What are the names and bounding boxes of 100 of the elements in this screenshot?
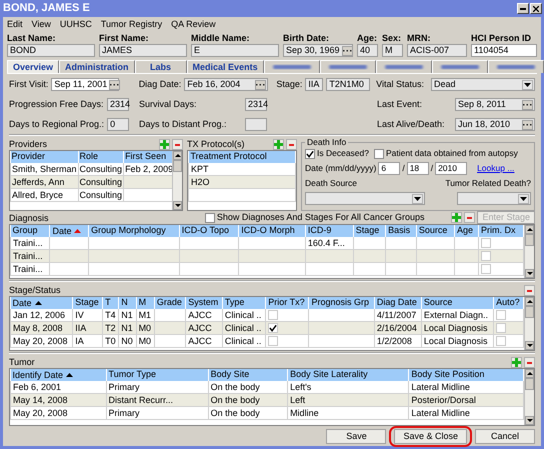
text-field[interactable]: E: [191, 44, 279, 57]
dropdown-field[interactable]: [457, 192, 531, 205]
tab[interactable]: [432, 60, 488, 73]
dialog-button[interactable]: Save & Close: [394, 429, 467, 444]
table-cell: N0: [118, 334, 136, 348]
tab[interactable]: Administration: [59, 60, 135, 73]
add-button[interactable]: [273, 139, 284, 150]
text-field[interactable]: 2010: [435, 162, 468, 175]
scrollbar[interactable]: [524, 297, 534, 350]
checkbox[interactable]: [204, 212, 215, 222]
menu-item[interactable]: Edit: [7, 19, 23, 30]
field-value: Sep 30, 1969: [286, 45, 340, 56]
text-field[interactable]: 18: [406, 162, 429, 175]
caret-icon: [414, 196, 421, 200]
table-cell: May 14, 2008: [10, 394, 106, 406]
text-field[interactable]: M: [382, 44, 403, 57]
plus-icon: [452, 213, 462, 222]
menu-item[interactable]: View: [32, 19, 51, 30]
table-cell: Clinical ..: [222, 322, 266, 334]
text-field[interactable]: JAMES: [99, 44, 187, 57]
table-cell: AJCC: [186, 322, 222, 334]
text-field[interactable]: ACIS-007: [407, 44, 467, 57]
text-field[interactable]: 1104054: [471, 44, 537, 57]
tab[interactable]: Overview: [7, 60, 60, 73]
add-button[interactable]: [159, 139, 170, 150]
date-field[interactable]: Sep 11, 2001: [51, 78, 120, 91]
text-field[interactable]: 6: [378, 162, 400, 175]
add-button[interactable]: [451, 212, 462, 223]
scrollbar[interactable]: [524, 369, 534, 425]
table-cell: On the body: [208, 406, 288, 420]
window-title: BOND, JAMES E: [3, 3, 90, 14]
text-field[interactable]: BOND: [7, 44, 95, 57]
field-value: Jun 18, 2010: [458, 119, 510, 130]
table-cell: Traini...: [10, 250, 50, 262]
field-label: First Name:: [99, 33, 150, 44]
dropdown-button[interactable]: [522, 80, 533, 90]
date-field[interactable]: Sep 30, 1969: [283, 44, 353, 57]
date-picker-button[interactable]: [522, 100, 533, 110]
field-label: Diag Date:: [138, 79, 182, 90]
remove-button[interactable]: [464, 212, 476, 223]
section-title: Tumor: [9, 357, 35, 368]
menu-item[interactable]: Tumor Registry: [100, 19, 162, 30]
remove-button[interactable]: [286, 139, 297, 150]
minus-icon: [467, 216, 472, 218]
remove-button[interactable]: [524, 285, 535, 296]
field-label: Survival Days:: [139, 99, 197, 110]
dropdown-button[interactable]: [518, 194, 529, 204]
tab[interactable]: [376, 60, 432, 73]
ellipsis-icon: [256, 83, 266, 86]
scrollbar[interactable]: [524, 225, 534, 278]
field-label: Last Event:: [377, 99, 422, 110]
dropdown-field[interactable]: Dead: [431, 78, 535, 91]
field-label: Days to Distant Prog.:: [139, 119, 227, 130]
date-field[interactable]: Sep 8, 2011: [455, 98, 535, 111]
dialog-button[interactable]: Save: [326, 429, 386, 444]
remove-button[interactable]: [172, 139, 183, 150]
tab[interactable]: Medical Events: [186, 60, 264, 73]
minimize-icon: [520, 8, 526, 10]
date-picker-button[interactable]: [522, 120, 533, 130]
field-label: Middle Name:: [191, 33, 251, 44]
menu-item[interactable]: UUHSC: [60, 19, 92, 30]
dropdown-button[interactable]: [412, 194, 423, 204]
field-label: Progression Free Days:: [9, 99, 104, 110]
date-picker-button[interactable]: [255, 80, 266, 90]
tab[interactable]: [488, 60, 544, 73]
tab[interactable]: Labs: [134, 60, 187, 73]
date-picker-button[interactable]: [342, 46, 353, 56]
table-cell: May 8, 2008: [10, 322, 73, 334]
tab[interactable]: [264, 60, 320, 73]
field-value: Feb 16, 2004: [187, 79, 240, 90]
separator-text: /: [402, 163, 405, 174]
table-cell: 2/16/2004: [374, 322, 422, 334]
separator-text: /: [430, 163, 434, 174]
date-picker-button[interactable]: [109, 80, 120, 90]
field-label: Vital Status:: [376, 79, 424, 90]
plus-icon: [512, 358, 521, 367]
caret-icon: [524, 82, 531, 86]
tab[interactable]: [320, 60, 376, 73]
remove-button[interactable]: [524, 357, 535, 368]
text-field[interactable]: T2N1M0: [326, 78, 370, 91]
text-field[interactable]: 2314: [245, 98, 267, 111]
dialog-button[interactable]: Cancel: [475, 429, 535, 444]
section-title: Providers: [9, 139, 48, 150]
table-cell: Left: [288, 394, 409, 406]
text-field[interactable]: IIA: [305, 78, 324, 91]
add-button[interactable]: [511, 357, 522, 368]
text-field[interactable]: 0: [107, 118, 130, 131]
dropdown-field[interactable]: [305, 192, 425, 205]
date-field[interactable]: Jun 18, 2010: [455, 118, 535, 131]
checkbox[interactable]: [305, 148, 315, 158]
scrollbar[interactable]: [172, 151, 182, 210]
text-field[interactable]: [245, 118, 267, 131]
text-field[interactable]: 2314: [107, 98, 129, 111]
lookup-link[interactable]: Lookup ...: [477, 163, 514, 174]
menu-item[interactable]: QA Review: [171, 19, 216, 30]
checkbox[interactable]: [374, 148, 384, 158]
date-field[interactable]: Feb 16, 2004: [184, 78, 268, 91]
text-field[interactable]: 40: [357, 44, 378, 57]
minimize-button[interactable]: [517, 3, 529, 14]
close-button[interactable]: [530, 3, 542, 14]
